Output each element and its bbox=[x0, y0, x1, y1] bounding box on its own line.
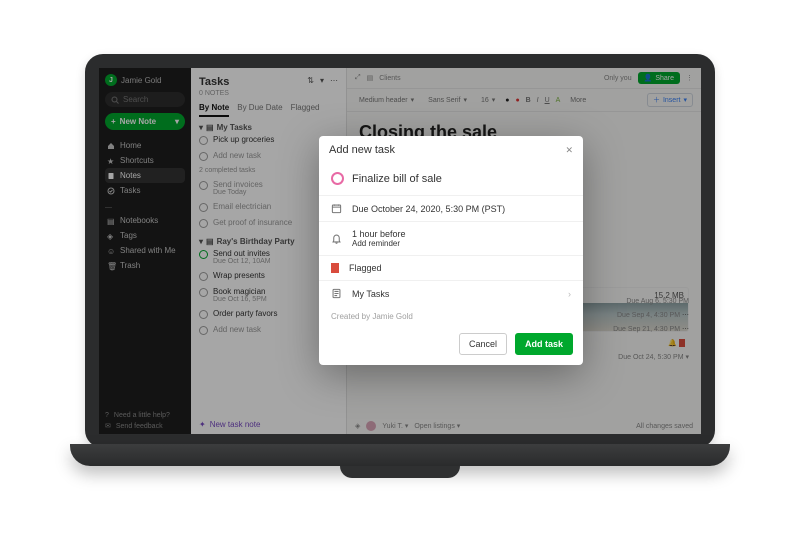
flag-label: Flagged bbox=[349, 263, 382, 273]
due-date-row[interactable]: Due October 24, 2020, 5:30 PM (PST) bbox=[319, 195, 583, 221]
close-icon[interactable]: ✕ bbox=[565, 145, 573, 156]
task-name-input[interactable]: Finalize bill of sale bbox=[352, 173, 442, 185]
reminder-row[interactable]: 1 hour before Add reminder bbox=[319, 221, 583, 255]
modal-title: Add new task bbox=[329, 144, 395, 156]
note-label: My Tasks bbox=[352, 289, 389, 299]
calendar-icon bbox=[331, 203, 342, 214]
flag-row[interactable]: Flagged bbox=[319, 255, 583, 280]
add-task-button[interactable]: Add task bbox=[515, 333, 573, 355]
note-icon bbox=[331, 288, 342, 299]
reminder-value: 1 hour before bbox=[352, 229, 406, 239]
task-circle-icon[interactable] bbox=[331, 172, 344, 185]
bell-icon bbox=[331, 233, 342, 244]
app-screen: J Jamie Gold Search + New Note bbox=[99, 68, 701, 434]
cancel-button[interactable]: Cancel bbox=[459, 333, 507, 355]
due-label: Due October 24, 2020, 5:30 PM (PST) bbox=[352, 204, 505, 214]
chevron-right-icon: › bbox=[568, 289, 571, 299]
flag-icon bbox=[331, 263, 339, 273]
note-row[interactable]: My Tasks › bbox=[319, 280, 583, 306]
add-reminder-label: Add reminder bbox=[352, 239, 406, 248]
created-by: Created by Jamie Gold bbox=[319, 306, 583, 325]
add-task-modal: Add new task ✕ Finalize bill of sale Due… bbox=[319, 136, 583, 365]
